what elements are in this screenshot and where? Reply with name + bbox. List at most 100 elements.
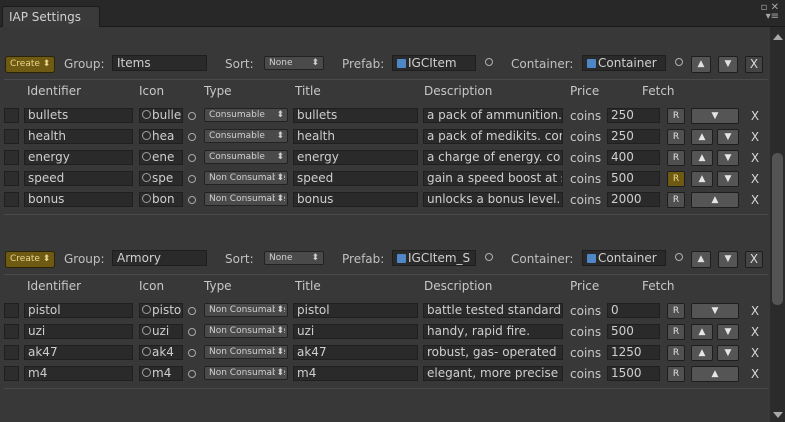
description-input[interactable]: elegant, more precise xyxy=(423,366,563,381)
remove-item-button[interactable]: X xyxy=(747,171,763,187)
price-input[interactable]: 500 xyxy=(607,171,660,186)
fetch-button[interactable]: R xyxy=(667,303,685,319)
type-dropdown[interactable]: Consumable ⬍ xyxy=(204,150,288,164)
remove-group-button[interactable]: X xyxy=(745,251,763,268)
move-down-button[interactable]: ▼ xyxy=(717,171,739,187)
icon-picker-icon[interactable] xyxy=(188,175,196,183)
identifier-input[interactable]: bonus xyxy=(24,192,133,207)
sort-dropdown[interactable]: None ⬍ xyxy=(264,56,324,70)
scroll-up-icon[interactable] xyxy=(773,34,783,40)
description-input[interactable]: unlocks a bonus level. xyxy=(423,192,563,207)
fetch-button[interactable]: R xyxy=(667,192,685,208)
description-input[interactable]: a charge of energy. co xyxy=(423,150,563,165)
icon-field[interactable]: pisto xyxy=(139,303,183,318)
price-input[interactable]: 1500 xyxy=(607,366,660,381)
icon-field[interactable]: bulle xyxy=(139,108,183,123)
icon-field[interactable]: spe xyxy=(139,171,183,186)
fetch-button[interactable]: R xyxy=(667,366,685,382)
move-down-button[interactable]: ▼ xyxy=(717,129,739,145)
title-input[interactable]: bonus xyxy=(293,192,418,207)
fetch-button[interactable]: R xyxy=(667,171,685,187)
row-select-checkbox[interactable] xyxy=(4,108,19,123)
remove-group-button[interactable]: X xyxy=(745,56,763,73)
identifier-input[interactable]: bullets xyxy=(24,108,133,123)
move-down-button[interactable]: ▼ xyxy=(717,345,739,361)
description-input[interactable]: handy, rapid fire. xyxy=(423,324,563,339)
row-select-checkbox[interactable] xyxy=(4,150,19,165)
identifier-input[interactable]: m4 xyxy=(24,366,133,381)
group-name-input[interactable]: Items xyxy=(112,55,207,71)
remove-item-button[interactable]: X xyxy=(747,324,763,340)
type-dropdown[interactable]: Non Consumable ⬍ xyxy=(204,192,288,206)
move-up-button[interactable]: ▲ xyxy=(691,192,739,208)
move-group-down-button[interactable]: ▼ xyxy=(718,251,738,268)
type-dropdown[interactable]: Non Consumable ⬍ xyxy=(204,171,288,185)
move-up-button[interactable]: ▲ xyxy=(691,171,713,187)
remove-item-button[interactable]: X xyxy=(747,366,763,382)
move-up-button[interactable]: ▲ xyxy=(691,324,713,340)
title-input[interactable]: health xyxy=(293,129,418,144)
prefab-field[interactable]: IGCItem xyxy=(392,55,476,71)
icon-field[interactable]: uzi xyxy=(139,324,183,339)
type-dropdown[interactable]: Consumable ⬍ xyxy=(204,108,288,122)
container-field[interactable]: Container xyxy=(582,55,666,71)
description-input[interactable]: a pack of ammunition. xyxy=(423,108,563,123)
move-down-button[interactable]: ▼ xyxy=(691,303,739,319)
identifier-input[interactable]: speed xyxy=(24,171,133,186)
move-up-button[interactable]: ▲ xyxy=(691,150,713,166)
description-input[interactable]: battle tested standard. xyxy=(423,303,563,318)
remove-item-button[interactable]: X xyxy=(747,303,763,319)
row-select-checkbox[interactable] xyxy=(4,171,19,186)
identifier-input[interactable]: health xyxy=(24,129,133,144)
move-down-button[interactable]: ▼ xyxy=(717,150,739,166)
remove-item-button[interactable]: X xyxy=(747,150,763,166)
move-group-up-button[interactable]: ▲ xyxy=(691,56,711,73)
icon-field[interactable]: bon xyxy=(139,192,183,207)
remove-item-button[interactable]: X xyxy=(747,345,763,361)
window-controls-icon[interactable]: ▫ ✕ ▾≡ xyxy=(761,3,779,22)
icon-picker-icon[interactable] xyxy=(188,154,196,162)
price-input[interactable]: 250 xyxy=(607,108,660,123)
type-dropdown[interactable]: Non Consumable ⬍ xyxy=(204,324,288,338)
scroll-down-icon[interactable] xyxy=(773,412,783,418)
title-input[interactable]: bullets xyxy=(293,108,418,123)
move-group-up-button[interactable]: ▲ xyxy=(691,251,711,268)
vertical-scrollbar[interactable] xyxy=(770,27,785,422)
move-up-button[interactable]: ▲ xyxy=(691,345,713,361)
type-dropdown[interactable]: Non Consumable ⬍ xyxy=(204,345,288,359)
price-input[interactable]: 400 xyxy=(607,150,660,165)
row-select-checkbox[interactable] xyxy=(4,366,19,381)
row-select-checkbox[interactable] xyxy=(4,129,19,144)
create-button[interactable]: Create ⬍ xyxy=(5,251,56,268)
icon-picker-icon[interactable] xyxy=(188,370,196,378)
move-group-down-button[interactable]: ▼ xyxy=(718,56,738,73)
prefab-picker-icon[interactable] xyxy=(485,58,493,66)
move-up-button[interactable]: ▲ xyxy=(691,366,739,382)
scroll-thumb[interactable] xyxy=(772,153,783,305)
title-input[interactable]: ak47 xyxy=(293,345,418,360)
title-input[interactable]: uzi xyxy=(293,324,418,339)
prefab-picker-icon[interactable] xyxy=(485,253,493,261)
icon-picker-icon[interactable] xyxy=(188,328,196,336)
container-picker-icon[interactable] xyxy=(675,253,683,261)
title-input[interactable]: energy xyxy=(293,150,418,165)
group-name-input[interactable]: Armory xyxy=(112,250,207,266)
move-down-button[interactable]: ▼ xyxy=(717,324,739,340)
icon-field[interactable]: m4 xyxy=(139,366,183,381)
identifier-input[interactable]: energy xyxy=(24,150,133,165)
container-picker-icon[interactable] xyxy=(675,58,683,66)
icon-field[interactable]: ak4 xyxy=(139,345,183,360)
create-button[interactable]: Create ⬍ xyxy=(5,56,56,73)
fetch-button[interactable]: R xyxy=(667,129,685,145)
fetch-button[interactable]: R xyxy=(667,150,685,166)
identifier-input[interactable]: pistol xyxy=(24,303,133,318)
icon-picker-icon[interactable] xyxy=(188,349,196,357)
row-select-checkbox[interactable] xyxy=(4,345,19,360)
description-input[interactable]: a pack of medikits. cont xyxy=(423,129,563,144)
move-up-button[interactable]: ▲ xyxy=(691,129,713,145)
icon-picker-icon[interactable] xyxy=(188,307,196,315)
type-dropdown[interactable]: Consumable ⬍ xyxy=(204,129,288,143)
description-input[interactable]: robust, gas- operated xyxy=(423,345,563,360)
remove-item-button[interactable]: X xyxy=(747,108,763,124)
title-input[interactable]: speed xyxy=(293,171,418,186)
